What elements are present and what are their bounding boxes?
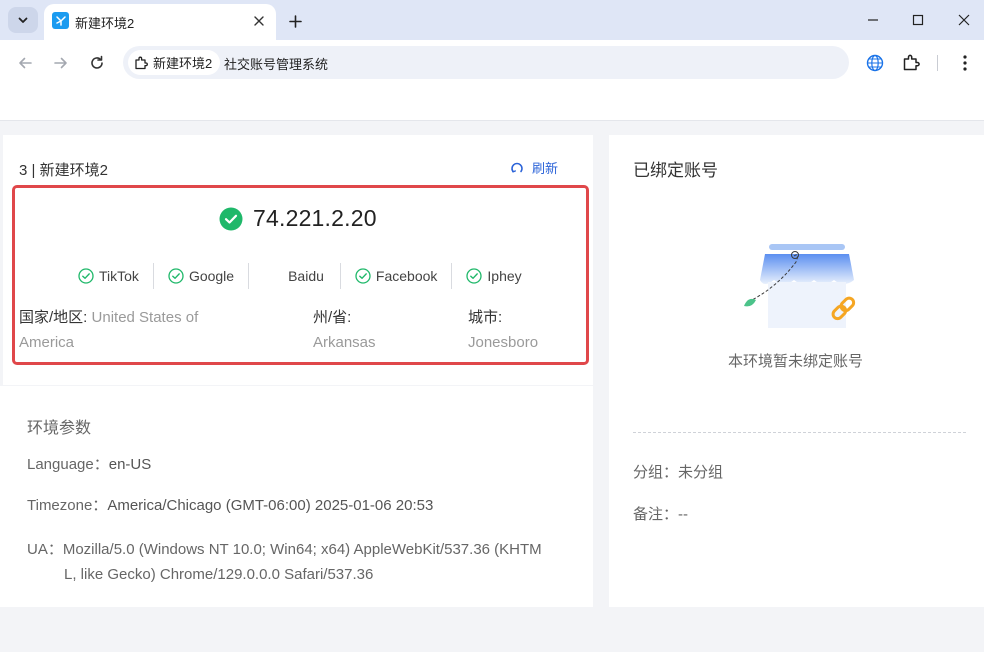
ua-value: Mozilla/5.0 (Windows NT 10.0; Win64; x64… [62,541,542,558]
check-circle-icon [466,268,483,284]
params-heading: 环境参数 [27,420,92,437]
environment-title: 3 | 新建环境2 [19,162,108,179]
country-field: 国家/地区: United States of America [19,305,198,355]
note-value: -- [678,506,689,523]
group-value: 未分组 [678,464,724,481]
globe-icon [866,54,884,72]
ip-address: 74.221.2.20 [253,205,377,231]
back-button[interactable] [13,51,37,75]
maximize-button[interactable] [907,10,929,30]
close-icon [254,16,264,26]
state-label: 州/省: [313,309,352,326]
window-close-button[interactable] [953,10,975,30]
country-value: United States of [91,309,199,326]
refresh-label: 刷新 [532,161,559,176]
section-divider [633,432,966,433]
city-field: 城市: Jonesboro [468,305,538,355]
chevron-down-icon [18,17,28,23]
check-circle-icon [219,207,243,230]
site-chip-label: 新建环境2 [153,56,213,71]
site-check-tiktok: TikTok [64,263,154,289]
country-value-cont: America [19,334,75,351]
globe-button[interactable] [863,51,887,75]
site-check-baidu: Baidu [249,263,341,289]
check-circle-icon [168,268,184,284]
tab-search-button[interactable] [8,7,38,33]
ua-label: UA： [27,541,63,558]
check-circle-icon [78,268,94,284]
window-close-icon [958,14,970,26]
empty-state-illustration [744,244,856,328]
language-row: Language：en-US [27,452,151,477]
group-row: 分组：未分组 [633,461,723,482]
reload-button[interactable] [85,51,109,75]
reload-icon [91,55,103,69]
state-field: 州/省: Arkansas [313,305,376,355]
site-name: Baidu [288,268,324,284]
site-name: Iphey [487,268,522,284]
site-check-iphey: Iphey [452,263,535,289]
browser-tab[interactable]: 新建环境2 [44,4,276,40]
forward-icon [54,57,67,69]
language-label: Language： [27,456,109,473]
site-name: Google [188,268,235,284]
state-value: Arkansas [313,334,376,351]
city-label: 城市: [468,309,503,326]
tab-title: 新建环境2 [75,16,135,31]
timezone-row: Timezone：America/Chicago (GMT-06:00) 202… [27,493,433,518]
refresh-button[interactable]: 刷新 [510,158,558,177]
minimize-icon [868,19,878,21]
maximize-icon [912,14,924,26]
ua-value-cont: L, like Gecko) Chrome/129.0.0.0 Safari/5… [64,566,374,583]
site-name: TikTok [99,268,139,284]
user-agent-row: UA：Mozilla/5.0 (Windows NT 10.0; Win64; … [27,537,572,587]
empty-state-text: 本环境暂未绑定账号 [728,353,864,370]
site-name: Facebook [375,268,438,284]
browser-tabstrip: 新建环境2 [0,0,984,40]
site-check-google: Google [154,263,250,289]
note-label: 备注： [633,506,679,523]
extension-icon [135,56,148,69]
bound-accounts-title: 已绑定账号 [633,161,718,180]
timezone-label: Timezone： [27,497,108,514]
app-favicon-icon [52,12,69,29]
extension-icon [903,54,920,71]
toolbar-divider [937,55,938,71]
refresh-icon [511,162,523,172]
group-label: 分组： [633,464,679,481]
more-icon [963,55,967,71]
page-header-strip [0,86,984,121]
language-value: en-US [108,456,152,473]
timezone-value: America/Chicago (GMT-06:00) 2025-01-06 2… [107,497,434,514]
new-tab-button[interactable] [284,10,306,32]
site-check-list: TikTok Google Baidu Facebook Iphey [64,262,536,290]
address-bar[interactable]: 新建环境2 社交账号管理系统 [123,46,849,79]
url-text: 社交账号管理系统 [224,57,329,72]
site-check-facebook: Facebook [341,263,453,289]
ip-line: 74.221.2.20 [219,205,377,232]
check-circle-icon [355,268,371,284]
minimize-button[interactable] [862,10,884,30]
tab-close-button[interactable] [250,12,268,30]
menu-button[interactable] [953,51,977,75]
bound-accounts-card [609,135,984,607]
back-icon [19,57,32,69]
country-label: 国家/地区: [19,309,88,326]
site-chip[interactable]: 新建环境2 [128,50,221,75]
note-row: 备注：-- [633,503,688,524]
extensions-button[interactable] [899,51,923,75]
plus-icon [288,14,302,28]
city-value: Jonesboro [468,334,539,351]
browser-toolbar: 新建环境2 社交账号管理系统 [0,40,984,86]
forward-button[interactable] [49,51,73,75]
